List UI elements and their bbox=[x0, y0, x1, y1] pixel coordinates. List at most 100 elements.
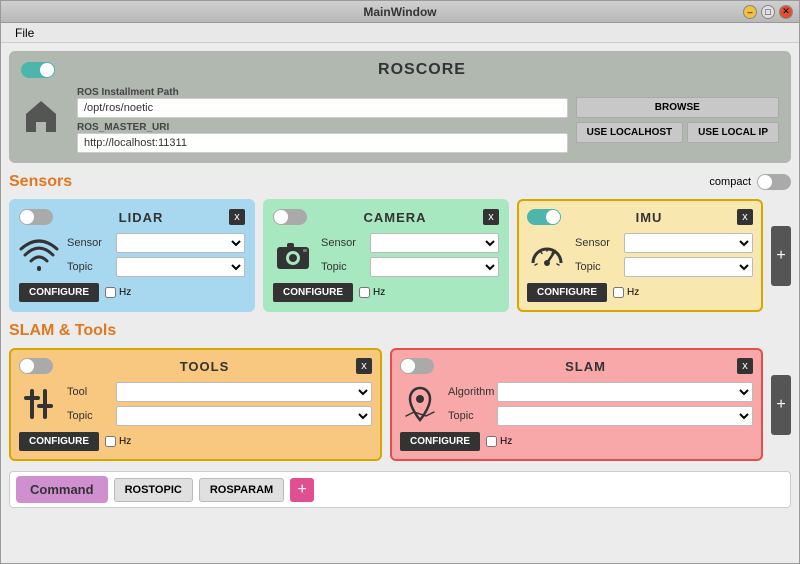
imu-fields: Sensor Topic bbox=[575, 233, 753, 277]
camera-close-button[interactable]: x bbox=[483, 209, 499, 225]
lidar-topic-select[interactable] bbox=[116, 257, 245, 277]
imu-topic-select[interactable] bbox=[624, 257, 753, 277]
imu-card: IMU x bbox=[517, 199, 763, 312]
lidar-card: LIDAR x Sensor bbox=[9, 199, 255, 312]
tools-topic-select[interactable] bbox=[116, 406, 372, 426]
menu-file[interactable]: File bbox=[9, 24, 40, 42]
rostopic-button[interactable]: ROSTOPIC bbox=[114, 478, 193, 502]
camera-hz-label: Hz bbox=[359, 287, 385, 298]
imu-close-button[interactable]: x bbox=[737, 209, 753, 225]
rosparam-button[interactable]: ROSPARAM bbox=[199, 478, 284, 502]
tools-topic-label: Topic bbox=[67, 410, 112, 422]
camera-topic-label: Topic bbox=[321, 261, 366, 273]
ros-install-path-label: ROS Installment Path bbox=[77, 87, 568, 98]
title-bar: MainWindow – □ ✕ bbox=[1, 1, 799, 23]
imu-card-header: IMU x bbox=[527, 209, 753, 225]
imu-footer: CONFIGURE Hz bbox=[527, 283, 753, 302]
tools-configure-button[interactable]: CONFIGURE bbox=[19, 432, 99, 451]
command-add-button[interactable]: + bbox=[290, 478, 314, 502]
tools-topic-row: Topic bbox=[67, 406, 372, 426]
roscore-field-group: ROS Installment Path ROS_MASTER_URI bbox=[77, 87, 568, 153]
home-icon bbox=[21, 96, 61, 145]
lidar-close-button[interactable]: x bbox=[229, 209, 245, 225]
use-localhost-button[interactable]: USE LOCALHOST bbox=[576, 122, 684, 143]
slam-card-title: SLAM bbox=[565, 359, 606, 374]
tools-hz-checkbox[interactable] bbox=[105, 436, 116, 447]
imu-sensor-select[interactable] bbox=[624, 233, 753, 253]
lidar-sensor-select[interactable] bbox=[116, 233, 245, 253]
slam-footer: CONFIGURE Hz bbox=[400, 432, 753, 451]
lidar-hz-checkbox[interactable] bbox=[105, 287, 116, 298]
tools-icon bbox=[19, 382, 59, 426]
browse-button[interactable]: BROWSE bbox=[576, 97, 779, 118]
sensors-title: Sensors bbox=[9, 173, 72, 191]
slam-card: SLAM x Algorithm bbox=[390, 348, 763, 461]
tools-toggle[interactable] bbox=[19, 358, 53, 374]
lidar-toggle[interactable] bbox=[19, 209, 53, 225]
roscore-section: ROSCORE ROS Installment Path ROS_MASTER_… bbox=[9, 51, 791, 163]
lidar-topic-label: Topic bbox=[67, 261, 112, 273]
command-bar: Command ROSTOPIC ROSPARAM + bbox=[9, 471, 791, 508]
imu-configure-button[interactable]: CONFIGURE bbox=[527, 283, 607, 302]
tools-tool-row: Tool bbox=[67, 382, 372, 402]
roscore-toggle[interactable] bbox=[21, 62, 55, 78]
ros-install-path-group: ROS Installment Path bbox=[77, 87, 568, 118]
tools-tool-select[interactable] bbox=[116, 382, 372, 402]
camera-sensor-label: Sensor bbox=[321, 237, 366, 249]
wifi-icon bbox=[19, 233, 59, 277]
roscore-toggle-knob bbox=[40, 63, 54, 77]
slam-card-header: SLAM x bbox=[400, 358, 753, 374]
slam-algorithm-row: Algorithm bbox=[448, 382, 753, 402]
ros-master-uri-group: ROS_MASTER_URI bbox=[77, 122, 568, 153]
slam-algorithm-select[interactable] bbox=[497, 382, 753, 402]
ros-master-uri-label: ROS_MASTER_URI bbox=[77, 122, 568, 133]
tools-hz-label: Hz bbox=[105, 436, 131, 447]
ros-master-uri-input[interactable] bbox=[77, 133, 568, 153]
tools-footer: CONFIGURE Hz bbox=[19, 432, 372, 451]
camera-card-header: CAMERA x bbox=[273, 209, 499, 225]
compact-switch[interactable] bbox=[757, 174, 791, 190]
roscore-header: ROSCORE bbox=[21, 61, 779, 79]
camera-fields: Sensor Topic bbox=[321, 233, 499, 277]
slam-hz-label: Hz bbox=[486, 436, 512, 447]
imu-hz-checkbox[interactable] bbox=[613, 287, 624, 298]
imu-topic-label: Topic bbox=[575, 261, 620, 273]
close-button[interactable]: ✕ bbox=[779, 5, 793, 19]
tools-fields: Tool Topic bbox=[67, 382, 372, 426]
map-icon bbox=[400, 382, 440, 426]
camera-topic-select[interactable] bbox=[370, 257, 499, 277]
lidar-sensor-label: Sensor bbox=[67, 237, 112, 249]
slam-topic-row: Topic bbox=[448, 406, 753, 426]
lidar-fields: Sensor Topic bbox=[67, 233, 245, 277]
imu-toggle[interactable] bbox=[527, 209, 561, 225]
camera-sensor-select[interactable] bbox=[370, 233, 499, 253]
use-local-ip-button[interactable]: USE LOCAL IP bbox=[687, 122, 779, 143]
roscore-fields-row: ROS Installment Path ROS_MASTER_URI BROW… bbox=[21, 87, 779, 153]
slam-close-button[interactable]: x bbox=[737, 358, 753, 374]
slam-hz-checkbox[interactable] bbox=[486, 436, 497, 447]
lidar-configure-button[interactable]: CONFIGURE bbox=[19, 283, 99, 302]
slam-algorithm-label: Algorithm bbox=[448, 386, 493, 398]
lidar-card-body: Sensor Topic bbox=[19, 233, 245, 277]
sensors-add-button[interactable]: + bbox=[771, 226, 791, 286]
gauge-icon bbox=[527, 233, 567, 277]
tools-close-button[interactable]: x bbox=[356, 358, 372, 374]
slam-topic-select[interactable] bbox=[497, 406, 753, 426]
camera-hz-checkbox[interactable] bbox=[359, 287, 370, 298]
ros-install-path-input[interactable] bbox=[77, 98, 568, 118]
camera-footer: CONFIGURE Hz bbox=[273, 283, 499, 302]
sensors-section-header: Sensors compact bbox=[9, 173, 791, 191]
compact-toggle: compact bbox=[709, 174, 791, 190]
minimize-button[interactable]: – bbox=[743, 5, 757, 19]
slam-add-button[interactable]: + bbox=[771, 375, 791, 435]
camera-title: CAMERA bbox=[363, 210, 426, 225]
camera-configure-button[interactable]: CONFIGURE bbox=[273, 283, 353, 302]
slam-configure-button[interactable]: CONFIGURE bbox=[400, 432, 480, 451]
content-area: ROSCORE ROS Installment Path ROS_MASTER_… bbox=[1, 43, 799, 563]
camera-sensor-row: Sensor bbox=[321, 233, 499, 253]
camera-icon bbox=[273, 233, 313, 277]
menu-bar: File bbox=[1, 23, 799, 43]
camera-toggle[interactable] bbox=[273, 209, 307, 225]
slam-toggle[interactable] bbox=[400, 358, 434, 374]
maximize-button[interactable]: □ bbox=[761, 5, 775, 19]
